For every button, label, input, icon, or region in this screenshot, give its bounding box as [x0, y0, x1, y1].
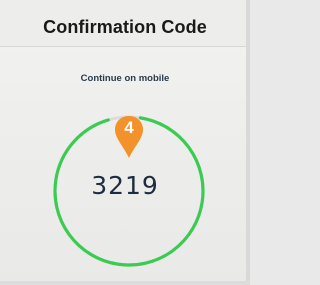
right-edge-shadow	[246, 0, 250, 285]
confirmation-screen: Confirmation Code Continue on mobile 321…	[0, 0, 250, 285]
step-marker-number: 4	[124, 118, 134, 137]
confirmation-code-value: 3219	[91, 171, 159, 200]
bottom-edge-shadow	[0, 281, 250, 285]
